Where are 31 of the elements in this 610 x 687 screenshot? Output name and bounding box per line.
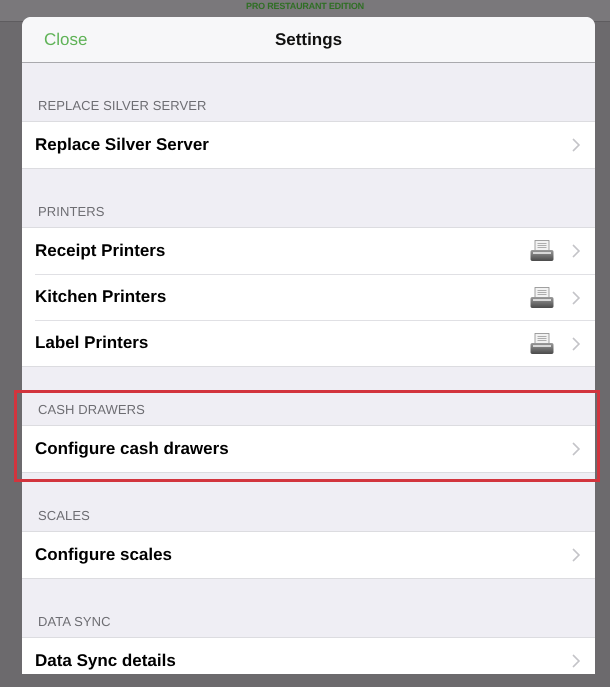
row-label: Data Sync details	[35, 652, 177, 670]
section-header: REPLACE SILVER SERVER	[38, 98, 207, 113]
printer-icon	[530, 286, 554, 308]
section-header: CASH DRAWERS	[38, 402, 145, 417]
settings-row[interactable]: Replace Silver Server	[35, 122, 595, 168]
chevron-right-icon	[572, 442, 580, 456]
settings-row[interactable]: Receipt Printers	[35, 228, 595, 274]
settings-row[interactable]: Data Sync details	[35, 638, 595, 674]
row-label: Replace Silver Server	[35, 136, 210, 154]
edition-label: PRO RESTAURANT EDITION	[246, 1, 364, 11]
settings-row[interactable]: Label Printers	[35, 320, 595, 366]
chevron-right-icon	[572, 654, 580, 668]
settings-row[interactable]: Configure cash drawers	[35, 426, 595, 472]
section-header: DATA SYNC	[38, 614, 111, 629]
chevron-right-icon	[572, 138, 580, 152]
row-label: Kitchen Printers	[35, 288, 168, 307]
section-header: SCALES	[38, 508, 90, 523]
row-label: Label Printers	[35, 334, 150, 353]
row-label: Configure scales	[35, 546, 173, 564]
printer-icon	[530, 332, 554, 354]
row-label: Receipt Printers	[35, 242, 166, 260]
row-label: Configure cash drawers	[35, 440, 230, 458]
chevron-right-icon	[572, 336, 580, 350]
chevron-right-icon	[572, 548, 580, 562]
chevron-right-icon	[572, 290, 580, 304]
printer-icon	[530, 240, 554, 262]
dialog-title: Settings	[274, 30, 342, 50]
settings-row[interactable]: Kitchen Printers	[35, 274, 595, 320]
settings-row[interactable]: Configure scales	[35, 532, 595, 578]
section-header: PRINTERS	[38, 204, 105, 219]
chevron-right-icon	[572, 244, 580, 258]
